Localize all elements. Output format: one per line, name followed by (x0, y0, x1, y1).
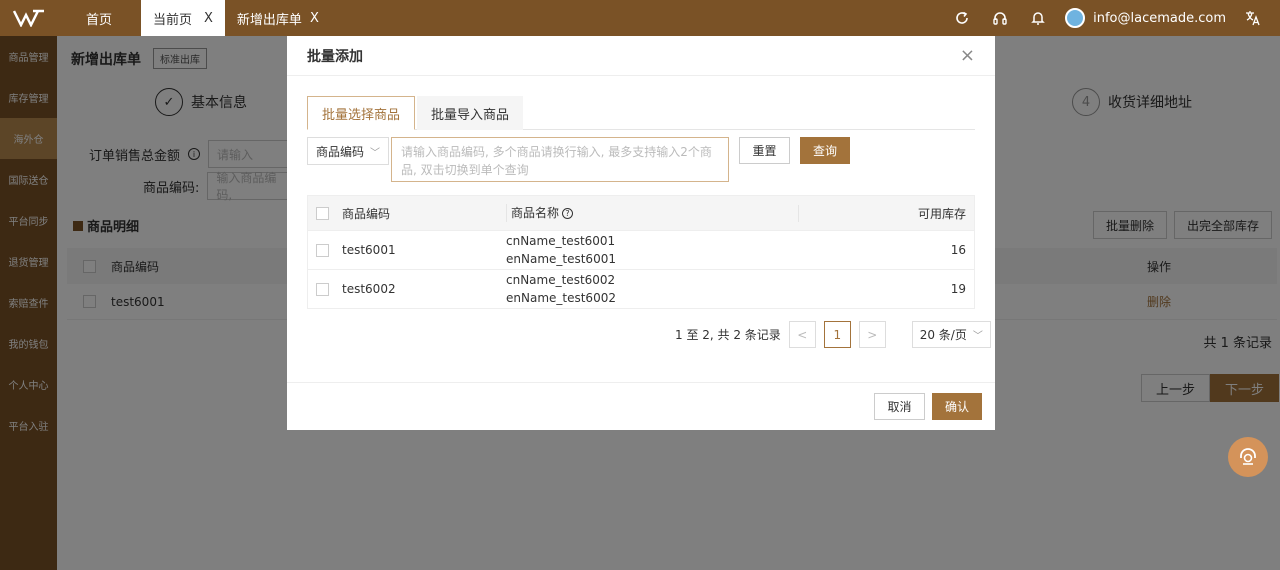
support-icon (1240, 448, 1256, 465)
en-name: enName_test6001 (506, 252, 616, 266)
tab-current-page[interactable]: 当前页 X (141, 0, 225, 36)
chevron-down-icon: ﹀ (972, 331, 983, 342)
modal-header: 批量添加 × (287, 36, 995, 76)
cell-code: test6001 (342, 243, 396, 257)
pagination: 1 至 2, 共 2 条记录 < 1 > 20 条/页 ﹀ (675, 321, 991, 348)
select-all-checkbox[interactable] (315, 206, 329, 220)
close-icon[interactable]: X (204, 11, 213, 26)
product-code-textarea[interactable]: 请输入商品编码, 多个商品请换行输入, 最多支持输入2个商品, 双击切换到单个查… (391, 137, 729, 182)
table-header: 商品编码 商品名称? 可用库存 (308, 196, 974, 230)
reset-button[interactable]: 重置 (739, 137, 790, 164)
search-field-select[interactable]: 商品编码 ﹀ (307, 137, 389, 165)
query-button[interactable]: 查询 (800, 137, 850, 164)
avatar (1065, 8, 1086, 28)
column-header-name: 商品名称? (506, 204, 798, 222)
en-name: enName_test6002 (506, 291, 616, 305)
next-page-button[interactable]: > (858, 321, 886, 348)
cell-stock: 16 (950, 243, 966, 257)
column-header: 商品名称 (511, 206, 560, 220)
chevron-down-icon: ﹀ (370, 147, 380, 159)
tab-label: 新增出库单 (236, 12, 302, 28)
cell-stock: 19 (950, 282, 966, 296)
help-icon[interactable]: ? (562, 208, 574, 219)
column-header: 可用库存 (798, 204, 974, 222)
support-button[interactable] (1228, 437, 1268, 477)
select-value: 商品编码 (316, 144, 365, 159)
logo-icon (12, 9, 44, 27)
row-checkbox[interactable] (315, 282, 329, 296)
page-size-value: 20 条/页 (919, 328, 967, 342)
headset-icon[interactable] (989, 7, 1011, 29)
logo[interactable] (0, 0, 57, 36)
batch-add-modal: 批量添加 × 批量选择商品 批量导入商品 商品编码 ﹀ 请输入商品编码, 多个商… (287, 36, 995, 430)
prev-page-button[interactable]: < (788, 321, 816, 348)
close-icon[interactable]: X (310, 11, 319, 26)
bell-icon[interactable] (1027, 7, 1049, 29)
cn-name: cnName_test6001 (506, 234, 616, 248)
tab-label: 首页 (85, 12, 112, 28)
cell-code: test6002 (342, 282, 396, 296)
tab-new-outbound[interactable]: 新增出库单 X (225, 0, 331, 36)
product-select-table: 商品编码 商品名称? 可用库存 test6001 cnName_test6001… (307, 195, 975, 309)
tab-batch-import[interactable]: 批量导入商品 (417, 96, 524, 130)
tab-batch-select[interactable]: 批量选择商品 (307, 96, 416, 130)
tab-home[interactable]: 首页 (57, 0, 141, 36)
confirm-button[interactable]: 确认 (932, 393, 982, 420)
column-header: 商品编码 (342, 206, 391, 221)
cell-name: cnName_test6002 enName_test6002 (506, 271, 798, 307)
cell-name: cnName_test6001 enName_test6001 (506, 232, 798, 268)
row-checkbox[interactable] (315, 243, 329, 257)
top-bar: 首页 当前页 X 新增出库单 X info@lacemade.com (0, 0, 1280, 36)
pagination-summary: 1 至 2, 共 2 条记录 (675, 328, 781, 342)
cancel-button[interactable]: 取消 (874, 393, 925, 420)
page-size-select[interactable]: 20 条/页 ﹀ (911, 321, 991, 348)
close-icon[interactable]: × (960, 45, 975, 66)
cn-name: cnName_test6002 (506, 273, 616, 287)
user-email: info@lacemade.com (1093, 10, 1226, 26)
modal-title: 批量添加 (307, 48, 363, 65)
user-menu[interactable]: info@lacemade.com (1065, 8, 1226, 28)
modal-tabs: 批量选择商品 批量导入商品 (307, 96, 975, 130)
top-right-tools: info@lacemade.com (951, 0, 1280, 36)
page-number[interactable]: 1 (823, 321, 851, 348)
refresh-icon[interactable] (951, 7, 973, 29)
tab-label: 当前页 (153, 12, 193, 28)
table-row: test6002 cnName_test6002 enName_test6002… (308, 269, 974, 308)
translate-icon[interactable] (1242, 7, 1264, 29)
table-row: test6001 cnName_test6001 enName_test6001… (308, 230, 974, 269)
